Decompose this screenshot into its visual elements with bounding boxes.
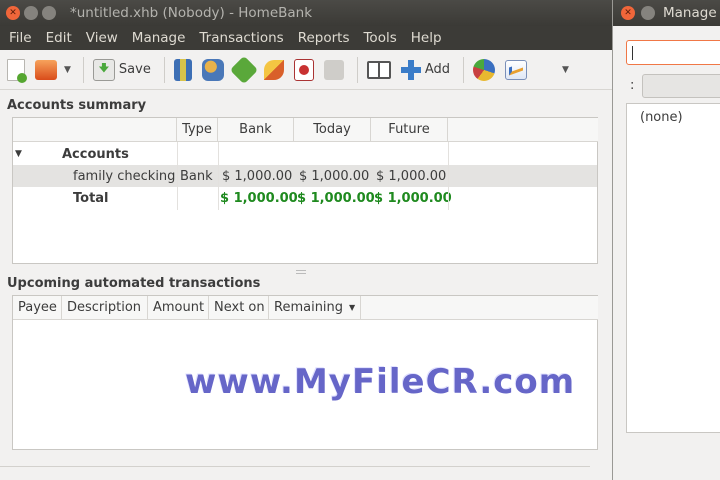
total-bank: $ 1,000.00 (220, 190, 298, 206)
titlebar: ✕ *untitled.xhb (Nobody) - HomeBank (0, 0, 612, 26)
new-file-icon (7, 58, 27, 83)
toolbar-separator (82, 56, 84, 83)
column-header-bank[interactable]: Bank (218, 118, 294, 142)
total-today: $ 1,000.00 (297, 190, 375, 206)
menu-reports[interactable]: Reports (291, 30, 357, 46)
add-label: Add (424, 62, 451, 77)
chevron-down-icon[interactable]: ▼ (64, 65, 71, 75)
field-colon-label: : (630, 78, 635, 93)
manage-window-title: Manage (663, 5, 717, 21)
accounts-button[interactable] (171, 55, 195, 85)
homebank-window: ✕ *untitled.xhb (Nobody) - HomeBank File… (0, 0, 612, 480)
toolbar-separator (356, 56, 358, 83)
menu-tools[interactable]: Tools (356, 30, 403, 46)
maximize-button[interactable] (42, 6, 56, 20)
budget-button[interactable] (261, 55, 287, 85)
new-file-button[interactable] (4, 55, 28, 85)
save-icon (92, 58, 115, 81)
payees-icon (201, 58, 224, 81)
watermark-text: www.MyFileCR.com (185, 362, 576, 402)
toolbar-separator (163, 56, 165, 83)
pane-resize-handle[interactable] (296, 270, 306, 274)
manage-titlebar: ✕ Manage (613, 0, 720, 26)
remaining-label: Remaining (274, 300, 344, 315)
add-button[interactable]: Add (398, 55, 453, 85)
column-header-amount[interactable]: Amount (148, 296, 209, 320)
account-bank: $ 1,000.00 (222, 168, 293, 184)
column-header-remaining[interactable]: Remaining ▼ (269, 296, 361, 320)
account-today: $ 1,000.00 (299, 168, 370, 184)
archives-icon (293, 58, 314, 81)
group-label: Accounts (62, 146, 129, 162)
menu-edit[interactable]: Edit (39, 30, 79, 46)
minimize-button[interactable] (24, 6, 38, 20)
column-header-name[interactable] (13, 118, 177, 142)
column-divider (218, 142, 219, 210)
list-item[interactable]: (none) (640, 110, 683, 125)
menu-help[interactable]: Help (404, 30, 449, 46)
budget-icon (263, 59, 284, 80)
toolbar: ▼ Save Add ▼ (0, 50, 612, 90)
manage-close-button[interactable]: ✕ (621, 6, 635, 20)
assign-button[interactable] (321, 55, 347, 85)
payees-button[interactable] (199, 55, 227, 85)
menu-file[interactable]: File (2, 30, 39, 46)
total-future: $ 1,000.00 (374, 190, 452, 206)
manage-minimize-button[interactable] (641, 6, 655, 20)
column-header-description[interactable]: Description (62, 296, 148, 320)
plus-icon (400, 59, 421, 80)
column-header-future[interactable]: Future (371, 118, 448, 142)
column-divider (448, 142, 449, 210)
toolbar-overflow-icon[interactable]: ▼ (562, 65, 569, 75)
balance-report-button[interactable] (502, 55, 530, 85)
save-button[interactable]: Save (90, 55, 154, 85)
menu-transactions[interactable]: Transactions (192, 30, 290, 46)
categories-button[interactable] (229, 55, 258, 85)
save-label: Save (118, 62, 151, 77)
accounts-summary-title: Accounts summary (7, 98, 147, 113)
column-header-filler (361, 296, 598, 320)
accounts-summary-table: Type Bank Today Future ▼ Accounts family… (12, 117, 598, 264)
manage-list: (none) (626, 103, 720, 433)
pie-chart-icon (473, 58, 496, 81)
balance-chart-icon (505, 59, 528, 80)
upcoming-title: Upcoming automated transactions (7, 276, 261, 291)
show-register-button[interactable] (364, 55, 394, 85)
manage-window: ✕ Manage : (none) (612, 0, 720, 480)
open-folder-icon (35, 59, 57, 80)
book-icon (366, 60, 391, 79)
text-cursor (632, 46, 633, 60)
sort-down-icon: ▼ (349, 303, 356, 312)
column-header-filler (448, 118, 598, 142)
column-divider (177, 142, 178, 210)
accounts-icon (173, 58, 192, 81)
toolbar-separator (463, 56, 465, 83)
account-name[interactable]: family checking (73, 165, 175, 187)
categories-icon (229, 55, 258, 84)
menubar: File Edit View Manage Transactions Repor… (0, 26, 612, 50)
close-button[interactable]: ✕ (6, 6, 20, 20)
puzzle-icon (323, 59, 344, 80)
menu-view[interactable]: View (79, 30, 125, 46)
window-title: *untitled.xhb (Nobody) - HomeBank (70, 5, 313, 21)
name-input[interactable] (626, 40, 720, 65)
expander-arrow-icon[interactable]: ▼ (15, 143, 22, 165)
type-combo[interactable] (642, 74, 720, 98)
column-header-payee[interactable]: Payee (13, 296, 62, 320)
column-header-next-on[interactable]: Next on (209, 296, 269, 320)
total-label: Total (73, 190, 109, 206)
archives-button[interactable] (291, 55, 317, 85)
account-type: Bank (180, 168, 213, 184)
statistics-button[interactable] (470, 55, 498, 85)
open-file-button[interactable] (32, 55, 60, 85)
column-header-today[interactable]: Today (294, 118, 371, 142)
menu-manage[interactable]: Manage (125, 30, 193, 46)
account-future: $ 1,000.00 (376, 168, 447, 184)
statusbar-divider (0, 466, 590, 467)
column-header-type[interactable]: Type (177, 118, 218, 142)
